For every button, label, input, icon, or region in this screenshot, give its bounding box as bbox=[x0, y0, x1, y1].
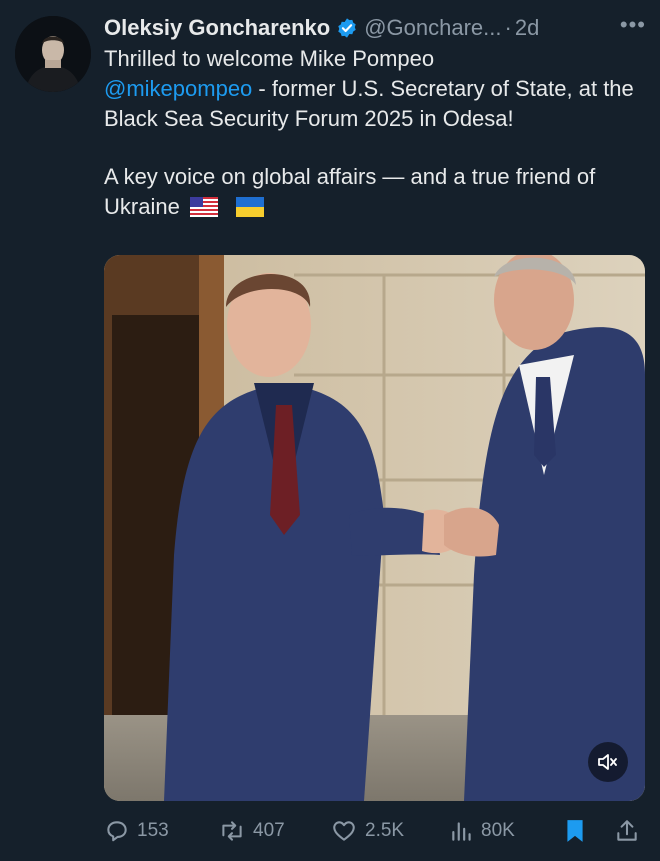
share-button[interactable] bbox=[614, 814, 647, 848]
us-flag-icon bbox=[189, 197, 218, 217]
bookmark-filled-icon bbox=[567, 820, 583, 842]
verified-badge-icon bbox=[338, 18, 356, 38]
reply-count: 153 bbox=[137, 820, 169, 841]
reply-icon bbox=[107, 821, 127, 842]
share-icon bbox=[617, 820, 637, 841]
action-bar: 153 407 2.5K 80K bbox=[104, 814, 644, 848]
tweet: Oleksiy Goncharenko @Gonchare... · 2d ••… bbox=[0, 0, 660, 861]
view-count: 80K bbox=[481, 820, 515, 841]
ukraine-flag-icon bbox=[236, 197, 265, 217]
reply-button[interactable]: 153 bbox=[104, 814, 169, 848]
repost-button[interactable]: 407 bbox=[218, 814, 285, 848]
tweet-video[interactable] bbox=[104, 255, 645, 801]
views-button[interactable]: 80K bbox=[450, 814, 515, 848]
tweet-header: Oleksiy Goncharenko @Gonchare... · 2d ••… bbox=[104, 10, 646, 46]
avatar[interactable] bbox=[15, 16, 91, 92]
author-handle[interactable]: @Gonchare... bbox=[364, 15, 501, 41]
avatar-image bbox=[15, 16, 91, 92]
heart-icon bbox=[333, 821, 355, 841]
video-frame-image bbox=[104, 255, 645, 801]
like-count: 2.5K bbox=[365, 820, 405, 841]
text-paragraph-2: A key voice on global affairs — and a tr… bbox=[104, 164, 596, 219]
author-name[interactable]: Oleksiy Goncharenko bbox=[104, 15, 330, 41]
bookmark-button[interactable] bbox=[564, 814, 593, 848]
mute-button[interactable] bbox=[588, 742, 628, 782]
mention-link[interactable]: @mikepompeo bbox=[104, 76, 252, 101]
repost-icon bbox=[222, 821, 242, 841]
text-line-1: Thrilled to welcome Mike Pompeo bbox=[104, 46, 435, 71]
separator-dot: · bbox=[504, 15, 512, 40]
speaker-muted-icon bbox=[598, 754, 617, 770]
timestamp[interactable]: 2d bbox=[515, 15, 539, 41]
repost-count: 407 bbox=[253, 820, 285, 841]
tweet-text: Thrilled to welcome Mike Pompeo @mikepom… bbox=[104, 44, 652, 222]
views-bar-chart-icon bbox=[452, 822, 471, 841]
like-button[interactable]: 2.5K bbox=[330, 814, 404, 848]
more-options-icon[interactable]: ••• bbox=[620, 12, 646, 38]
